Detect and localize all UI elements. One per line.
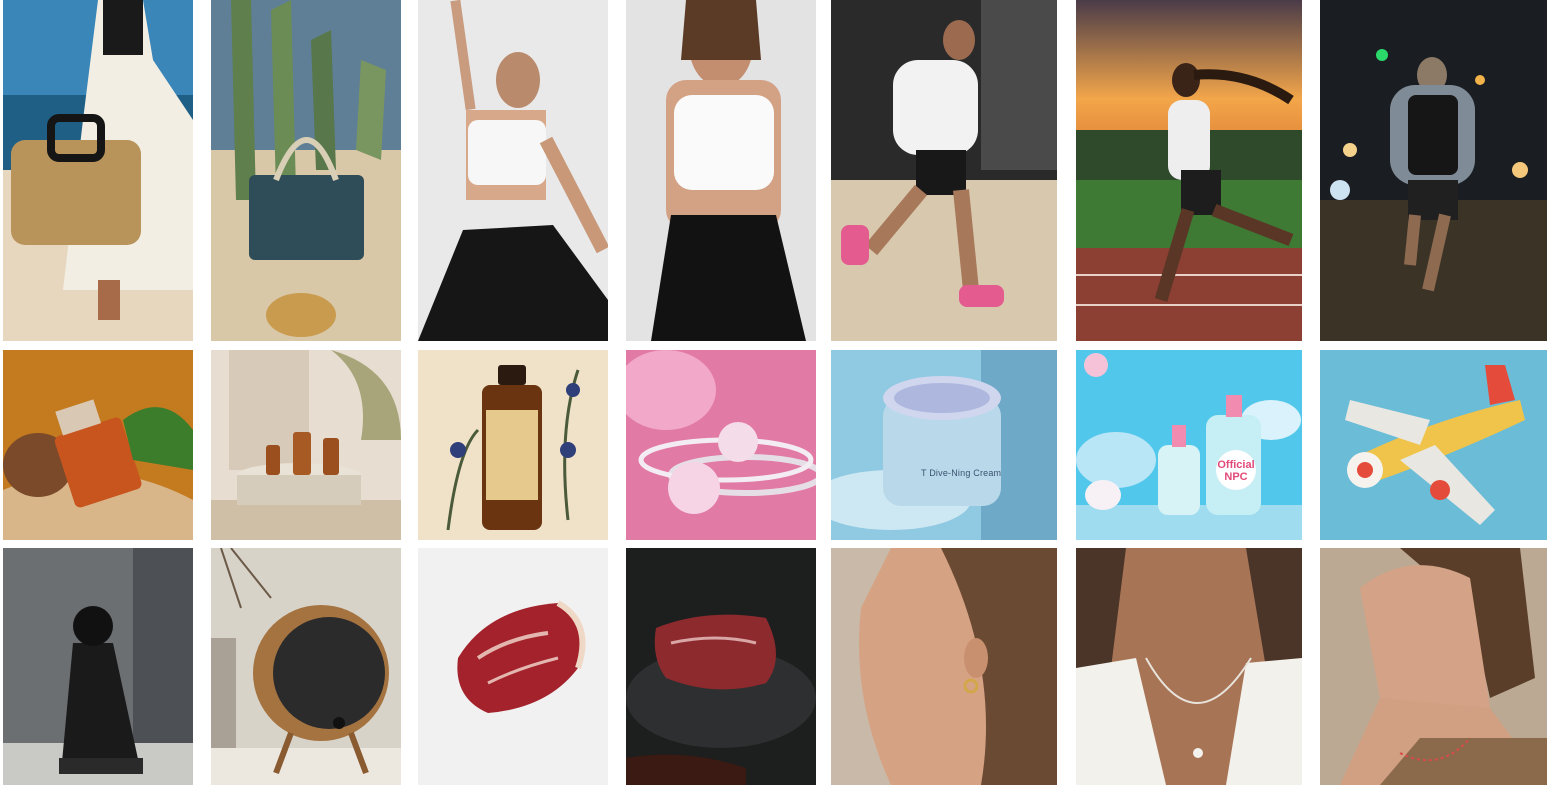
bottle-brand-label: Official NPC — [1213, 459, 1259, 483]
bottle-brand-line1: Official — [1217, 459, 1255, 471]
image-gallery-grid: T Dive-Ning Cream Official NPC — [0, 0, 1551, 785]
gallery-tile-4[interactable] — [626, 0, 816, 341]
woman-running-track-sunset-icon — [1076, 0, 1302, 341]
gallery-tile-3[interactable] — [418, 0, 608, 341]
jar-label-text: T Dive-Ning Cream — [921, 468, 1002, 478]
woman-with-woven-beach-bag-icon — [3, 0, 193, 341]
perfume-bottle-sand-icon — [3, 350, 193, 540]
raw-steak-white-icon — [418, 548, 608, 785]
man-running-hoodie-icon — [831, 0, 1057, 341]
gallery-tile-9[interactable] — [211, 350, 401, 540]
gallery-tile-18[interactable] — [626, 548, 816, 785]
gallery-tile-7[interactable] — [1320, 0, 1547, 341]
black-cone-speaker-icon — [3, 548, 193, 785]
gallery-tile-10[interactable] — [418, 350, 608, 540]
gallery-tile-2[interactable] — [211, 0, 401, 341]
gallery-tile-1[interactable] — [3, 0, 193, 341]
gallery-tile-8[interactable] — [3, 350, 193, 540]
gallery-tile-17[interactable] — [418, 548, 608, 785]
woman-white-sports-bra-icon — [626, 0, 816, 341]
vintage-apothecary-bottle-icon — [418, 350, 608, 540]
cream-jar-water-icon — [831, 350, 1057, 540]
man-running-night-street-icon — [1320, 0, 1547, 341]
gallery-tile-5[interactable] — [831, 0, 1057, 341]
raw-steak-dark-stone-icon — [626, 548, 816, 785]
woman-short-hair-necklace-icon — [1320, 548, 1547, 785]
gallery-tile-20[interactable] — [1076, 548, 1302, 785]
diamond-ring-pink-icon — [626, 350, 816, 540]
gallery-tile-13[interactable]: Official NPC — [1076, 350, 1302, 540]
woman-profile-earring-icon — [831, 548, 1057, 785]
serum-bottles-pedestal-icon — [211, 350, 401, 540]
bottle-brand-line2: NPC — [1224, 470, 1248, 483]
gallery-tile-15[interactable] — [3, 548, 193, 785]
woman-necklace-closeup-icon — [1076, 548, 1302, 785]
toy-airplane-icon — [1320, 350, 1547, 540]
gallery-tile-21[interactable] — [1320, 548, 1547, 785]
yoga-woman-white-top-icon — [418, 0, 608, 341]
gallery-tile-12[interactable]: T Dive-Ning Cream — [831, 350, 1057, 540]
gallery-tile-16[interactable] — [211, 548, 401, 785]
cartoon-pump-bottles-icon — [1076, 350, 1302, 540]
gallery-tile-6[interactable] — [1076, 0, 1302, 341]
gallery-tile-11[interactable] — [626, 350, 816, 540]
wooden-round-speaker-icon — [211, 548, 401, 785]
gallery-tile-19[interactable] — [831, 548, 1057, 785]
gallery-tile-14[interactable] — [1320, 350, 1547, 540]
woven-handbag-with-cactus-icon — [211, 0, 401, 341]
